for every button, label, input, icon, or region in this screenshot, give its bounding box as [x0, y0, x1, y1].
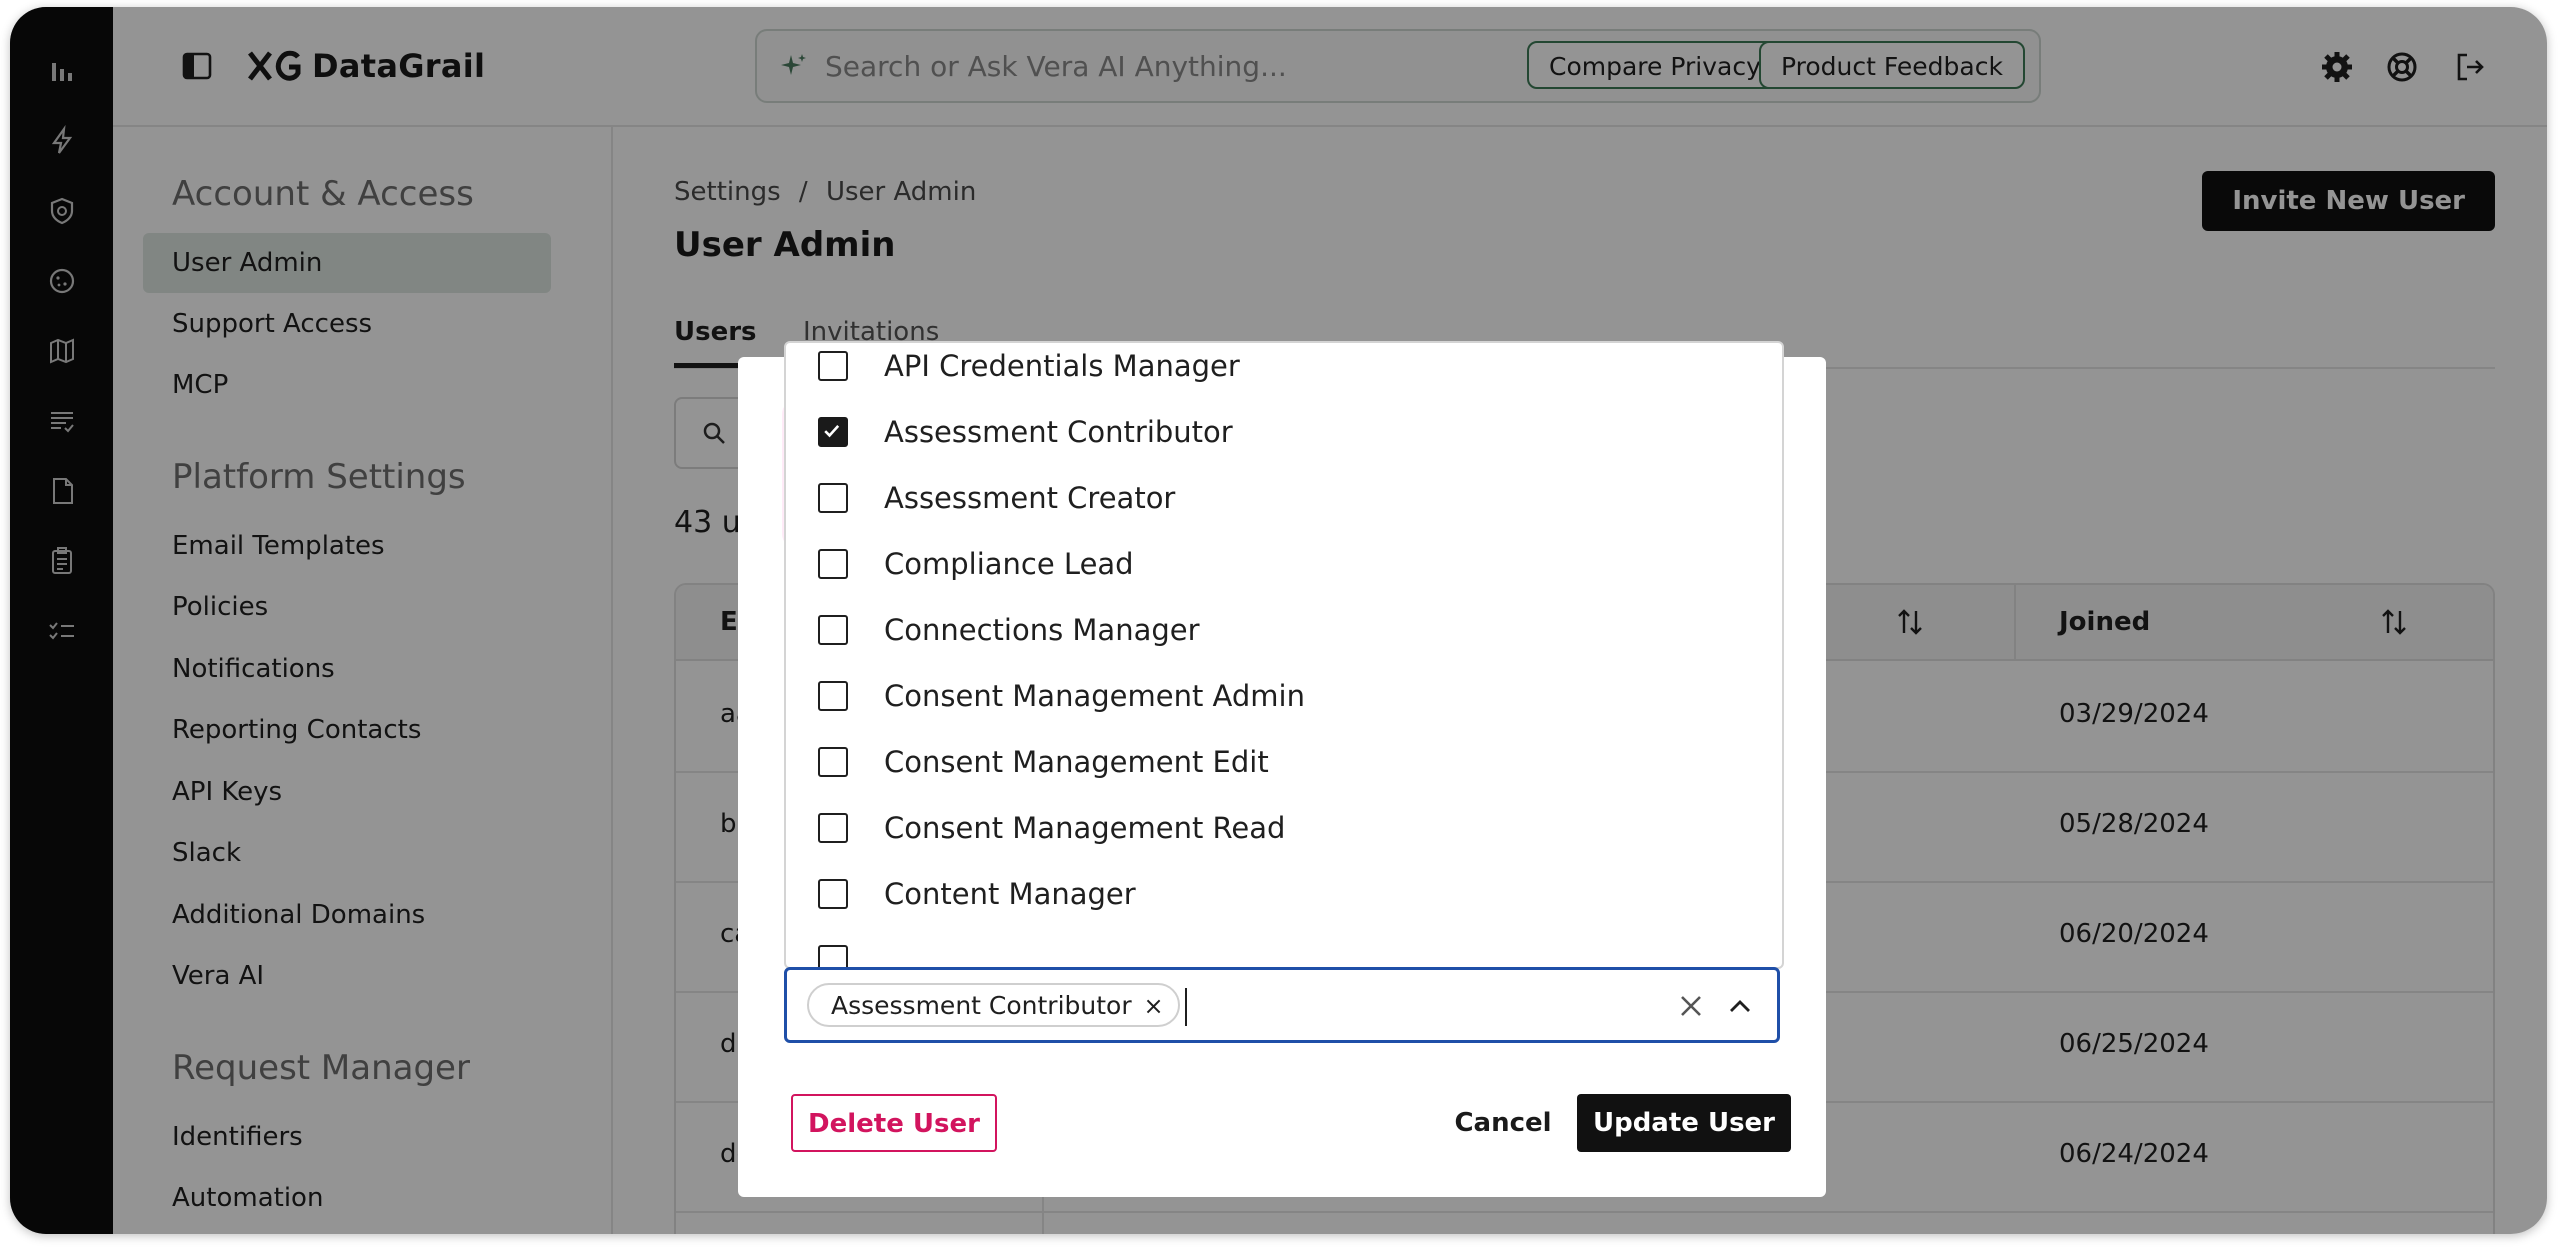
- option-assessment-creator[interactable]: Assessment Creator: [786, 467, 1782, 533]
- option-label: Consent Management Edit: [884, 745, 1269, 779]
- delete-user-button[interactable]: Delete User: [791, 1094, 997, 1152]
- app-window: DataGrail Search or Ask Vera AI Anything…: [10, 7, 2547, 1234]
- chip-remove-icon[interactable]: ×: [1144, 985, 1164, 1027]
- checkbox[interactable]: [818, 351, 848, 381]
- option-partially-visible[interactable]: [786, 929, 1782, 967]
- option-content-manager[interactable]: Content Manager: [786, 863, 1782, 929]
- option-compliance-lead[interactable]: Compliance Lead: [786, 533, 1782, 599]
- text-cursor: [1185, 988, 1187, 1026]
- chevron-up-icon[interactable]: [1725, 992, 1755, 1022]
- option-label: Compliance Lead: [884, 547, 1134, 581]
- option-label: Content Manager: [884, 877, 1136, 911]
- cancel-button[interactable]: Cancel: [1438, 1094, 1568, 1152]
- checkbox-checked[interactable]: [818, 417, 848, 447]
- option-label: Consent Management Read: [884, 811, 1286, 845]
- checkmark-icon: [824, 425, 840, 438]
- option-consent-management-read[interactable]: Consent Management Read: [786, 797, 1782, 863]
- checkbox[interactable]: [818, 549, 848, 579]
- checkbox[interactable]: [818, 615, 848, 645]
- selected-chip: Assessment Contributor ×: [807, 983, 1180, 1027]
- checkbox[interactable]: [818, 747, 848, 777]
- option-label: Consent Management Admin: [884, 679, 1305, 713]
- update-user-button[interactable]: Update User: [1577, 1094, 1791, 1152]
- option-api-credentials-manager[interactable]: API Credentials Manager: [786, 343, 1782, 401]
- option-label: Assessment Contributor: [884, 415, 1233, 449]
- option-label: Connections Manager: [884, 613, 1200, 647]
- roles-dropdown: API Credentials Manager Assessment Contr…: [784, 341, 1784, 969]
- option-connections-manager[interactable]: Connections Manager: [786, 599, 1782, 665]
- roles-multiselect[interactable]: Assessment Contributor ×: [784, 967, 1780, 1043]
- checkbox[interactable]: [818, 879, 848, 909]
- chip-label: Assessment Contributor: [831, 991, 1132, 1020]
- option-label: API Credentials Manager: [884, 349, 1240, 383]
- checkbox[interactable]: [818, 483, 848, 513]
- checkbox[interactable]: [818, 681, 848, 711]
- option-label: Assessment Creator: [884, 481, 1176, 515]
- option-assessment-contributor[interactable]: Assessment Contributor: [786, 401, 1782, 467]
- option-consent-management-edit[interactable]: Consent Management Edit: [786, 731, 1782, 797]
- checkbox[interactable]: [818, 945, 848, 967]
- option-consent-management-admin[interactable]: Consent Management Admin: [786, 665, 1782, 731]
- checkbox[interactable]: [818, 813, 848, 843]
- clear-icon[interactable]: [1675, 990, 1707, 1022]
